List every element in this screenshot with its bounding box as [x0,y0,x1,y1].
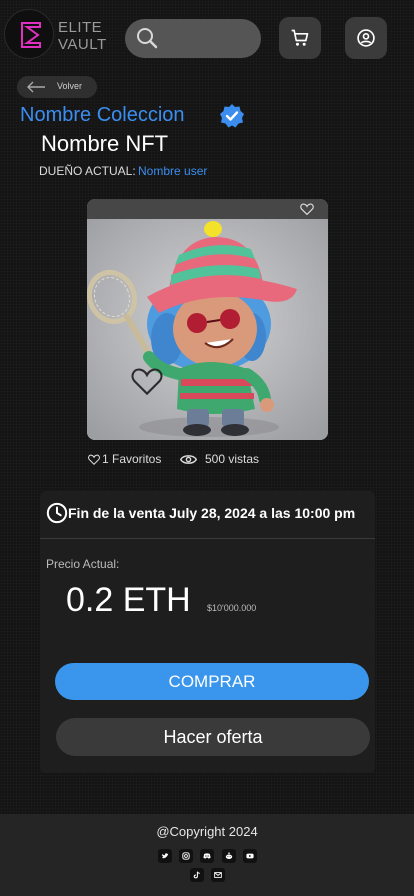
sale-end-text: Fin de la venta July 28, 2024 a las 10:0… [68,505,356,521]
eye-icon [179,455,198,464]
heart-icon [88,454,100,465]
views-label: 500 vistas [205,452,260,466]
search-input[interactable] [125,19,261,58]
logo-text-line2: VAULT [58,36,107,53]
logo[interactable]: ELITE VAULT [4,9,116,65]
tiktok-icon[interactable] [190,868,204,882]
favorite-heart-icon[interactable] [300,203,314,215]
twitter-icon[interactable] [158,849,172,863]
clock-icon [46,502,68,524]
logo-text-line1: ELITE [58,19,103,36]
back-label: Volver [57,81,83,91]
sale-header: Fin de la venta July 28, 2024 a las 10:0… [40,491,375,539]
price-label: Precio Actual: [46,557,120,571]
youtube-icon[interactable] [243,849,257,863]
favorites-count[interactable]: 1 Favoritos [88,452,161,466]
card-top-bar [87,199,328,219]
make-offer-button[interactable]: Hacer oferta [56,718,370,756]
sale-panel: Fin de la venta July 28, 2024 a las 10:0… [40,491,375,773]
mail-icon[interactable] [211,868,225,882]
nft-image [87,219,328,440]
back-button[interactable]: Volver [17,76,97,98]
user-icon [357,29,375,47]
price-fiat: $10'000.000 [207,603,257,613]
footer: @Copyright 2024 [0,814,414,896]
favorites-label: 1 Favoritos [102,452,162,466]
search-icon [137,28,158,49]
arrow-left-icon [27,81,45,93]
price-value: 0.2 ETH [66,581,191,619]
collection-link[interactable]: Nombre Coleccion [20,104,185,127]
owner-label: DUEÑO ACTUAL: [39,164,136,178]
reddit-icon[interactable] [222,849,236,863]
instagram-icon[interactable] [179,849,193,863]
views-count: 500 vistas [179,452,260,466]
like-overlay-heart-icon[interactable] [131,367,163,395]
logo-mark-icon [21,22,41,48]
owner-link[interactable]: Nombre user [138,164,207,178]
buy-button[interactable]: COMPRAR [55,663,369,700]
cart-icon [291,29,309,46]
nft-title: Nombre NFT [41,131,169,156]
copyright-text: @Copyright 2024 [156,824,258,839]
verified-badge-icon [220,104,244,128]
discord-icon[interactable] [200,849,214,863]
user-button[interactable] [345,17,387,59]
logo-text: ELITE VAULT [58,19,107,53]
cart-button[interactable] [279,17,321,59]
nft-card[interactable] [87,199,328,440]
